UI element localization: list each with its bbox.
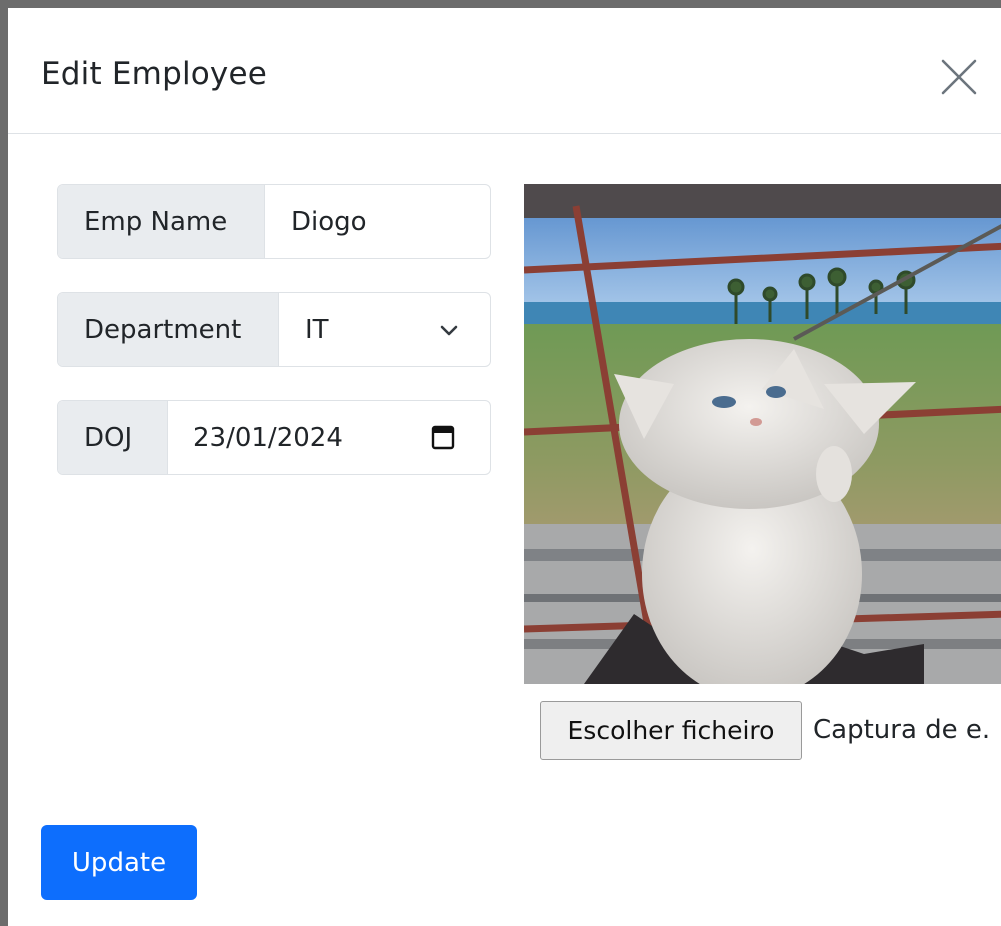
chevron-down-icon xyxy=(440,325,458,336)
department-label: Department xyxy=(58,293,279,366)
modal-title: Edit Employee xyxy=(41,56,268,92)
department-select[interactable]: IT xyxy=(279,293,490,366)
close-button[interactable] xyxy=(936,54,982,100)
window-frame-top xyxy=(0,0,1001,8)
choose-file-button[interactable]: Escolher ficheiro xyxy=(540,701,802,760)
employee-photo xyxy=(524,184,1001,684)
doj-label: DOJ xyxy=(58,401,168,474)
department-input-group: Department IT xyxy=(57,292,491,367)
selected-file-name: Captura de e. xyxy=(813,715,991,745)
edit-employee-modal: Edit Employee Emp Name Diogo Department … xyxy=(8,8,1001,926)
modal-header: Edit Employee xyxy=(8,8,1001,134)
doj-input-group: DOJ 23/01/2024 xyxy=(57,400,491,475)
emp-name-input[interactable]: Diogo xyxy=(265,185,490,258)
doj-date-input[interactable]: 23/01/2024 xyxy=(168,401,490,474)
calendar-icon[interactable] xyxy=(431,424,455,450)
doj-value: 23/01/2024 xyxy=(193,422,343,453)
emp-name-label: Emp Name xyxy=(58,185,265,258)
close-icon xyxy=(941,59,977,95)
department-selected-value: IT xyxy=(305,314,329,345)
update-button[interactable]: Update xyxy=(41,825,197,900)
window-frame-left xyxy=(0,0,8,926)
emp-name-input-group: Emp Name Diogo xyxy=(57,184,491,259)
